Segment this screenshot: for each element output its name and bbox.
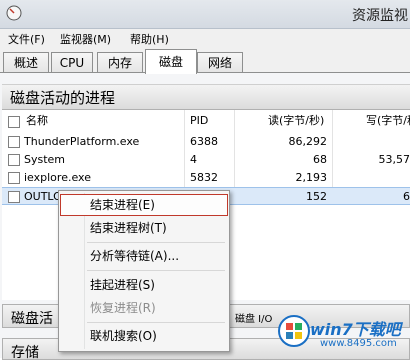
row-checkbox[interactable] (8, 136, 20, 148)
process-read: 68 (313, 153, 327, 166)
title-bar: 资源监视 (0, 0, 410, 29)
header-read[interactable]: 读(字节/秒) (268, 110, 324, 132)
window-title: 资源监视 (352, 8, 408, 24)
process-read: 86,292 (288, 135, 328, 148)
process-read: 2,193 (295, 171, 328, 184)
row-checkbox[interactable] (8, 172, 20, 184)
row-checkbox[interactable] (8, 191, 20, 203)
header-write[interactable]: 写(字节/秒) (366, 110, 410, 132)
process-write: 6 (403, 190, 410, 203)
menu-bar: 文件(F) 监视器(M) 帮助(H) (0, 29, 410, 48)
menu-separator (87, 242, 225, 243)
watermark: win7下载吧 www.8495.com (276, 312, 406, 356)
disk-processes-header[interactable]: 磁盘活动的进程 (2, 84, 410, 110)
process-name: System (24, 153, 66, 166)
tab-memory[interactable]: 内存 (97, 52, 143, 73)
menu-monitor[interactable]: 监视器(M) (60, 31, 111, 47)
menu-file[interactable]: 文件(F) (8, 31, 45, 47)
menu-help[interactable]: 帮助(H) (130, 31, 169, 47)
process-pid: 6388 (190, 135, 218, 148)
storage-label: 存储 (11, 345, 39, 361)
disk-activity-label: 磁盘活 (11, 311, 53, 327)
watermark-url: www.8495.com (320, 338, 397, 349)
table-row[interactable]: iexplore.exe 5832 2,193 (2, 169, 410, 187)
header-pid[interactable]: PID (190, 110, 208, 132)
menu-end-process[interactable]: 结束进程(E) (60, 194, 228, 216)
watermark-text: win7下载吧 (310, 320, 401, 339)
tab-bar: 概述 CPU 内存 磁盘 网络 (0, 48, 410, 74)
resource-monitor-icon (6, 5, 22, 21)
tab-overview[interactable]: 概述 (3, 52, 49, 73)
process-write: 53,57 (378, 153, 410, 166)
process-name: ThunderPlatform.exe (24, 135, 140, 148)
menu-analyze-wait-chain[interactable]: 分析等待链(A)... (60, 245, 228, 267)
table-row[interactable]: ThunderPlatform.exe 6388 86,292 (2, 133, 410, 151)
tab-network[interactable]: 网络 (197, 52, 243, 73)
tab-cpu[interactable]: CPU (51, 52, 93, 73)
header-name[interactable]: 名称 (26, 110, 48, 132)
process-name: iexplore.exe (24, 171, 91, 184)
section-title: 磁盘活动的进程 (10, 89, 116, 107)
table-row[interactable]: System 4 68 53,57 (2, 151, 410, 169)
menu-search-online[interactable]: 联机搜索(O) (60, 325, 228, 347)
menu-suspend-process[interactable]: 挂起进程(S) (60, 274, 228, 296)
context-menu: 结束进程(E) 结束进程树(T) 分析等待链(A)... 挂起进程(S) 恢复进… (58, 190, 230, 352)
menu-separator (87, 270, 225, 271)
process-read: 152 (306, 190, 327, 203)
process-pid: 4 (190, 153, 197, 166)
select-all-checkbox[interactable] (8, 116, 20, 128)
row-checkbox[interactable] (8, 154, 20, 166)
win7-logo-icon (278, 315, 310, 347)
menu-end-process-tree[interactable]: 结束进程树(T) (60, 217, 228, 239)
menu-separator (87, 322, 225, 323)
disk-io-label: 磁盘 I/O (235, 314, 273, 325)
tab-disk[interactable]: 磁盘 (145, 49, 197, 74)
menu-resume-process: 恢复进程(R) (90, 301, 156, 315)
process-name: OUTLO (24, 190, 62, 203)
process-pid: 5832 (190, 171, 218, 184)
